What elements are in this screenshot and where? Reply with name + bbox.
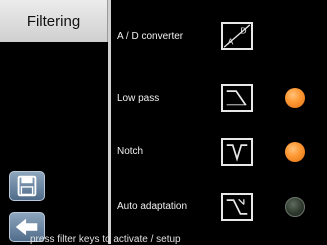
svg-text:D: D (240, 25, 246, 35)
ad-converter-icon[interactable]: D A (221, 22, 253, 50)
svg-text:A: A (228, 37, 234, 47)
footer-hint: press filter keys to activate / setup (30, 234, 181, 245)
notch-filter-icon[interactable] (221, 138, 253, 166)
auto-adaptation-status-indicator (285, 197, 305, 217)
floppy-disk-icon (17, 175, 37, 197)
save-button[interactable] (9, 171, 45, 201)
filter-label-ad-converter: A / D converter (117, 31, 184, 42)
auto-adaptation-icon[interactable] (221, 193, 253, 221)
low-pass-status-indicator (285, 88, 305, 108)
sidebar: Filtering (0, 0, 108, 244)
tab-filtering-label: Filtering (26, 12, 81, 30)
notch-status-indicator (285, 142, 305, 162)
tab-filtering[interactable]: Filtering (0, 0, 108, 42)
filter-label-low-pass: Low pass (117, 93, 160, 104)
filter-panel: A / D converter D A Low pass Notch Auto … (111, 0, 327, 244)
low-pass-filter-icon[interactable] (221, 84, 253, 112)
filter-label-notch: Notch (117, 146, 144, 157)
filter-label-auto-adaptation: Auto adaptation (117, 201, 188, 212)
